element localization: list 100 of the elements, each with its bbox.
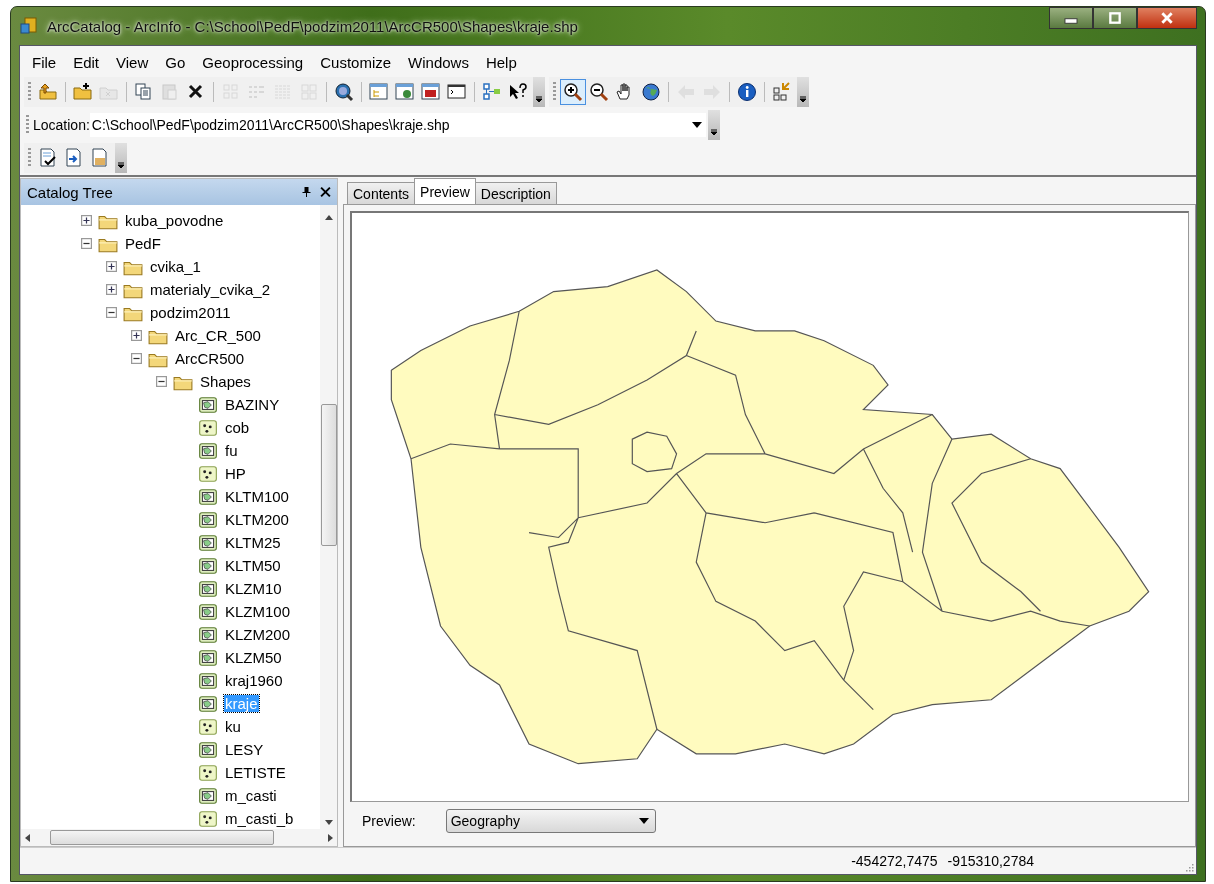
polygon-layer-icon [198, 648, 218, 667]
chevron-down-icon [709, 127, 718, 137]
tree-item[interactable]: LETISTE [224, 764, 287, 781]
toolbar-options-button[interactable] [707, 110, 720, 140]
location-field[interactable]: C:\School\PedF\podzim2011\ArcCR500\Shapes\kraje.shp [89, 113, 706, 137]
close-button[interactable] [1137, 7, 1197, 29]
tree-item[interactable]: kuba_povodne [124, 212, 225, 229]
point-layer-icon [198, 464, 218, 483]
menu-item[interactable]: Go [159, 52, 197, 73]
info-icon [737, 82, 757, 102]
expand-button[interactable] [106, 261, 117, 272]
point-layer-icon [198, 809, 218, 828]
tab[interactable]: Description [474, 182, 557, 204]
tree-item[interactable]: m_casti_b [224, 810, 295, 827]
tree-item[interactable]: BAZINY [224, 396, 281, 413]
polygon-layer-icon [198, 510, 218, 529]
tree-item[interactable]: KLZM10 [224, 580, 283, 597]
app-icon [19, 16, 39, 36]
point-layer-icon [198, 763, 218, 782]
scroll-right-icon[interactable] [328, 833, 333, 842]
folder-up-icon [38, 82, 58, 102]
tree-item[interactable]: KLTM50 [224, 557, 282, 574]
collapse-button[interactable] [156, 376, 167, 387]
polygon-layer-icon [198, 671, 218, 690]
polygon-layer-icon [198, 556, 218, 575]
scroll-thumb[interactable] [320, 404, 337, 546]
polygon-layer-icon [198, 579, 218, 598]
scroll-left-icon[interactable] [25, 833, 30, 842]
close-icon [1160, 11, 1174, 25]
minus-icon [106, 307, 117, 318]
preview-type-dropdown[interactable]: Geography [445, 809, 656, 833]
tree-item[interactable]: KLTM200 [224, 511, 290, 528]
tree-item[interactable]: KLTM25 [224, 534, 282, 551]
help-pointer-icon [508, 82, 528, 102]
tree-item[interactable]: Arc_CR_500 [174, 327, 262, 344]
tree-item[interactable]: KLTM100 [224, 488, 290, 505]
document-import-icon [64, 148, 84, 168]
expand-button[interactable] [106, 284, 117, 295]
minus-icon [81, 238, 92, 249]
maximize-button[interactable] [1093, 7, 1137, 29]
scroll-thumb[interactable] [50, 830, 274, 845]
tree-item[interactable]: kraj1960 [224, 672, 284, 689]
minimize-button[interactable] [1049, 7, 1093, 29]
polygon-layer-icon [198, 625, 218, 644]
chevron-down-icon [799, 94, 807, 104]
menu-item[interactable]: Customize [314, 52, 403, 73]
zoom-in-button[interactable] [560, 79, 586, 105]
point-layer-icon [198, 717, 218, 736]
tab[interactable]: Preview [414, 178, 476, 204]
toolbar-options-button[interactable] [533, 77, 545, 107]
tree-item[interactable]: KLZM100 [224, 603, 292, 620]
resize-grip-icon[interactable] [1184, 862, 1194, 872]
tree-item[interactable]: LESY [224, 741, 265, 758]
pin-icon[interactable] [301, 186, 312, 198]
polygon-layer-icon [198, 602, 218, 621]
scroll-up-icon[interactable] [324, 215, 333, 220]
toolbox-icon [421, 82, 441, 102]
maximize-icon [1108, 11, 1122, 25]
menu-item[interactable]: Windows [402, 52, 480, 73]
plus-icon [106, 261, 117, 272]
collapse-button[interactable] [81, 238, 92, 249]
scroll-down-icon[interactable] [324, 820, 333, 825]
menu-item[interactable]: Geoprocessing [196, 52, 315, 73]
point-layer-icon [198, 418, 218, 437]
zoom-out-icon [589, 82, 609, 102]
toolbar-options-button[interactable] [115, 143, 127, 173]
vertical-scrollbar[interactable] [320, 205, 337, 829]
tree-item[interactable]: ArcCR500 [174, 350, 246, 367]
tree-item[interactable]: PedF [124, 235, 162, 252]
expand-button[interactable] [131, 330, 142, 341]
menu-item[interactable]: File [26, 52, 68, 73]
expand-button[interactable] [81, 215, 92, 226]
tree-item[interactable]: KLZM50 [224, 649, 283, 666]
polygon-layer-icon [198, 441, 218, 460]
tree-item[interactable]: cob [224, 419, 251, 436]
menu-item[interactable]: View [110, 52, 160, 73]
copy-icon [134, 82, 154, 102]
menu-item[interactable]: Edit [67, 52, 111, 73]
horizontal-scrollbar[interactable] [21, 829, 337, 846]
tab[interactable]: Contents [347, 182, 416, 204]
add-folder-icon [73, 82, 93, 102]
paste-icon [160, 82, 180, 102]
tree-item[interactable]: m_casti [224, 787, 278, 804]
minimize-icon [1064, 18, 1078, 24]
tree-item[interactable]: HP [224, 465, 247, 482]
tree-item[interactable]: Shapes [199, 373, 252, 390]
tree-item[interactable]: podzim2011 [149, 304, 232, 321]
toolbar-options-button[interactable] [797, 77, 809, 107]
search-window-icon [395, 82, 415, 102]
tree-item[interactable]: ku [224, 718, 242, 735]
tree-item[interactable]: materialy_cvika_2 [149, 281, 272, 298]
collapse-button[interactable] [106, 307, 117, 318]
catalog-window-icon [369, 82, 389, 102]
polygon-layer-icon [198, 487, 218, 506]
tree-item[interactable]: fu [224, 442, 239, 459]
tree-item[interactable]: cvika_1 [149, 258, 202, 275]
menu-item[interactable]: Help [479, 52, 528, 73]
close-icon[interactable] [320, 186, 331, 198]
collapse-button[interactable] [131, 353, 142, 364]
tree-item[interactable]: KLZM200 [224, 626, 292, 643]
